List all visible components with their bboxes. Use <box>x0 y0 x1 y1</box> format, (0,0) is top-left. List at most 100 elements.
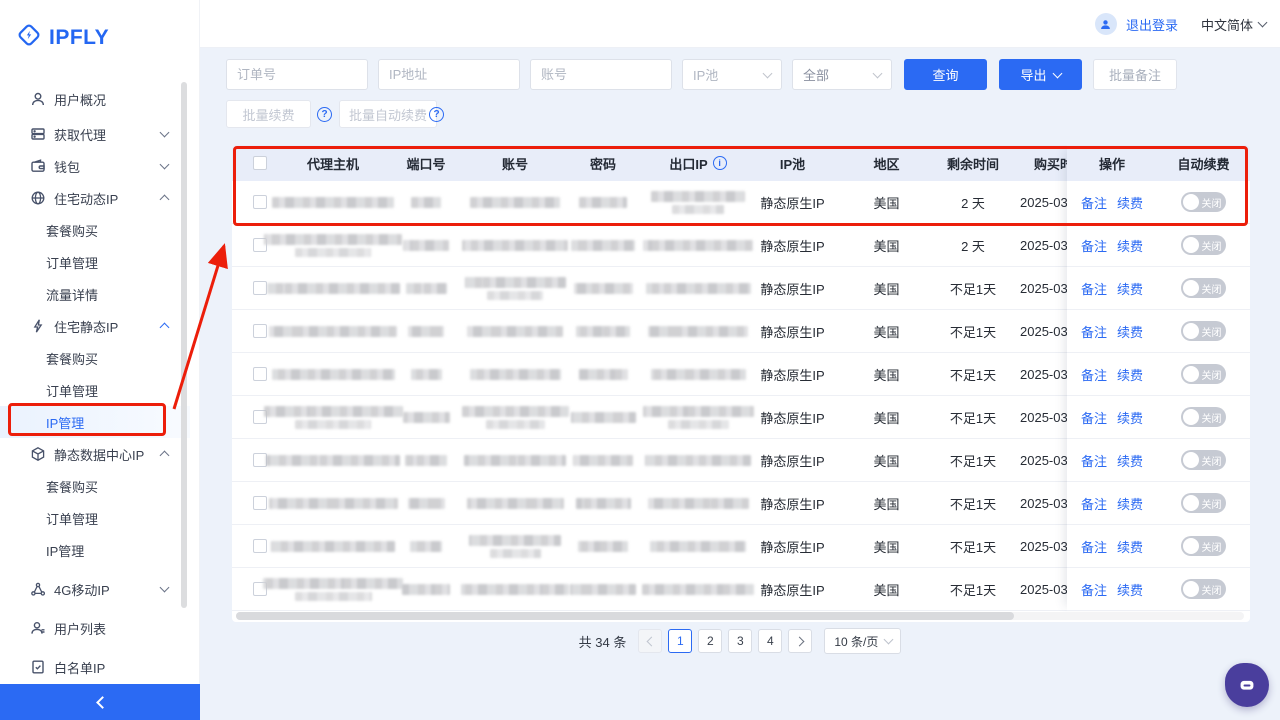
page-size-select[interactable]: 10 条/页 <box>824 628 901 654</box>
sidebar-item-get-proxy[interactable]: 获取代理 <box>0 118 190 150</box>
pool-value: 静态原生IP <box>760 451 824 470</box>
renew-link[interactable]: 续费 <box>1117 322 1143 341</box>
sidebar-item-res-static-ip[interactable]: 住宅静态IP <box>0 310 190 342</box>
note-link[interactable]: 备注 <box>1081 408 1107 427</box>
sidebar-item-user-list[interactable]: 用户列表 <box>0 612 190 644</box>
ip-pool-select[interactable]: IP池 <box>682 59 782 90</box>
pool-value: 静态原生IP <box>760 365 824 384</box>
auto-renew-toggle[interactable]: 关闭 <box>1181 321 1226 341</box>
note-link[interactable]: 备注 <box>1081 279 1107 298</box>
chevron-up-icon <box>160 323 170 333</box>
sidebar-item-user-overview[interactable]: 用户概况 <box>0 80 190 118</box>
cell-actions: 备注续费 <box>1067 193 1157 212</box>
note-link[interactable]: 备注 <box>1081 451 1107 470</box>
note-link[interactable]: 备注 <box>1081 537 1107 556</box>
pagination-page-1[interactable]: 1 <box>668 629 692 653</box>
pagination-next-button[interactable] <box>788 629 812 653</box>
renew-link[interactable]: 续费 <box>1117 451 1143 470</box>
row-checkbox[interactable] <box>253 367 267 381</box>
renew-link[interactable]: 续费 <box>1117 365 1143 384</box>
auto-renew-toggle[interactable]: 关闭 <box>1181 235 1226 255</box>
redacted-password <box>570 584 636 595</box>
batch-renew-help-icon[interactable]: ? <box>317 107 332 122</box>
renew-link[interactable]: 续费 <box>1117 279 1143 298</box>
logout-link[interactable]: 退出登录 <box>1126 15 1178 34</box>
user-avatar-icon[interactable] <box>1095 13 1117 35</box>
sidebar-item-whitelist-ip[interactable]: 白名单IP <box>0 651 190 683</box>
pagination-page-4[interactable]: 4 <box>758 629 782 653</box>
table-horizontal-scrollbar[interactable] <box>236 612 1014 620</box>
renew-link[interactable]: 续费 <box>1117 193 1143 212</box>
chat-widget-button[interactable] <box>1225 663 1269 707</box>
sidebar-item-plan-purchase-1[interactable]: 套餐购买 <box>0 214 190 246</box>
batch-auto-renew-help-icon[interactable]: ? <box>429 107 444 122</box>
account-input[interactable] <box>530 59 672 90</box>
row-checkbox[interactable] <box>253 324 267 338</box>
auto-renew-toggle[interactable]: 关闭 <box>1181 579 1226 599</box>
cell-host <box>288 406 378 429</box>
note-link[interactable]: 备注 <box>1081 322 1107 341</box>
pagination-page-3[interactable]: 3 <box>728 629 752 653</box>
note-link[interactable]: 备注 <box>1081 494 1107 513</box>
sidebar-item-order-mgmt-2[interactable]: 订单管理 <box>0 374 190 406</box>
renew-link[interactable]: 续费 <box>1117 494 1143 513</box>
export-button[interactable]: 导出 <box>999 59 1082 90</box>
batch-renew-button[interactable]: 批量续费 <box>226 100 311 128</box>
pagination: 共 34 条 1234 10 条/页 <box>200 628 1280 654</box>
pagination-prev-button[interactable] <box>638 629 662 653</box>
sidebar-item-res-dynamic-ip[interactable]: 住宅动态IP <box>0 182 190 214</box>
auto-renew-toggle[interactable]: 关闭 <box>1181 407 1226 427</box>
batch-note-button[interactable]: 批量备注 <box>1093 59 1177 90</box>
note-link[interactable]: 备注 <box>1081 236 1107 255</box>
batch-auto-renew-button[interactable]: 批量自动续费 <box>339 100 437 128</box>
renew-link[interactable]: 续费 <box>1117 236 1143 255</box>
pagination-page-2[interactable]: 2 <box>698 629 722 653</box>
auto-renew-toggle[interactable]: 关闭 <box>1181 450 1226 470</box>
region-value: 美国 <box>873 279 899 298</box>
sidebar-item-ip-mgmt-dc[interactable]: IP管理 <box>0 534 190 566</box>
note-link[interactable]: 备注 <box>1081 580 1107 599</box>
sidebar-item-order-mgmt-1[interactable]: 订单管理 <box>0 246 190 278</box>
pool-value: 静态原生IP <box>760 580 824 599</box>
sidebar-item-order-mgmt-3[interactable]: 订单管理 <box>0 502 190 534</box>
note-link[interactable]: 备注 <box>1081 193 1107 212</box>
cell-region: 美国 <box>839 537 934 556</box>
toggle-knob <box>1183 495 1199 511</box>
sidebar-item-wallet[interactable]: 钱包 <box>0 150 190 182</box>
auto-renew-toggle[interactable]: 关闭 <box>1181 536 1226 556</box>
row-checkbox[interactable] <box>253 496 267 510</box>
sidebar-item-static-dc-ip[interactable]: 静态数据中心IP <box>0 438 190 470</box>
status-select[interactable]: 全部 <box>792 59 892 90</box>
renew-link[interactable]: 续费 <box>1117 408 1143 427</box>
sidebar-item-traffic-detail[interactable]: 流量详情 <box>0 278 190 310</box>
cell-password <box>556 498 650 509</box>
auto-renew-toggle[interactable]: 关闭 <box>1181 493 1226 513</box>
auto-renew-toggle[interactable]: 关闭 <box>1181 278 1226 298</box>
cell-region: 美国 <box>839 236 934 255</box>
sidebar-item-mobile-4g-ip[interactable]: 4G移动IP <box>0 573 190 605</box>
table-header-region: 地区 <box>839 154 934 173</box>
note-link[interactable]: 备注 <box>1081 365 1107 384</box>
language-selector[interactable]: 中文简体 <box>1201 15 1266 34</box>
row-checkbox[interactable] <box>253 539 267 553</box>
language-label: 中文简体 <box>1201 15 1253 34</box>
sidebar-item-plan-purchase-3[interactable]: 套餐购买 <box>0 470 190 502</box>
order-number-input[interactable] <box>226 59 368 90</box>
row-checkbox[interactable] <box>253 453 267 467</box>
row-checkbox[interactable] <box>253 195 267 209</box>
search-button[interactable]: 查询 <box>904 59 987 90</box>
sidebar-item-ip-mgmt[interactable]: IP管理 <box>0 406 190 438</box>
select-all-checkbox[interactable] <box>253 156 267 170</box>
renew-link[interactable]: 续费 <box>1117 580 1143 599</box>
row-checkbox[interactable] <box>253 281 267 295</box>
sidebar-item-plan-purchase-2[interactable]: 套餐购买 <box>0 342 190 374</box>
auto-renew-toggle[interactable]: 关闭 <box>1181 364 1226 384</box>
auto-renew-toggle[interactable]: 关闭 <box>1181 192 1226 212</box>
renew-link[interactable]: 续费 <box>1117 537 1143 556</box>
sidebar-scrollbar[interactable] <box>181 82 187 608</box>
ip-address-input[interactable] <box>378 59 520 90</box>
chevron-down-icon <box>1258 18 1268 28</box>
exit-ip-info-icon[interactable]: i <box>713 156 727 170</box>
sidebar-collapse-button[interactable] <box>0 684 200 720</box>
cell-exit_ip <box>650 191 746 214</box>
